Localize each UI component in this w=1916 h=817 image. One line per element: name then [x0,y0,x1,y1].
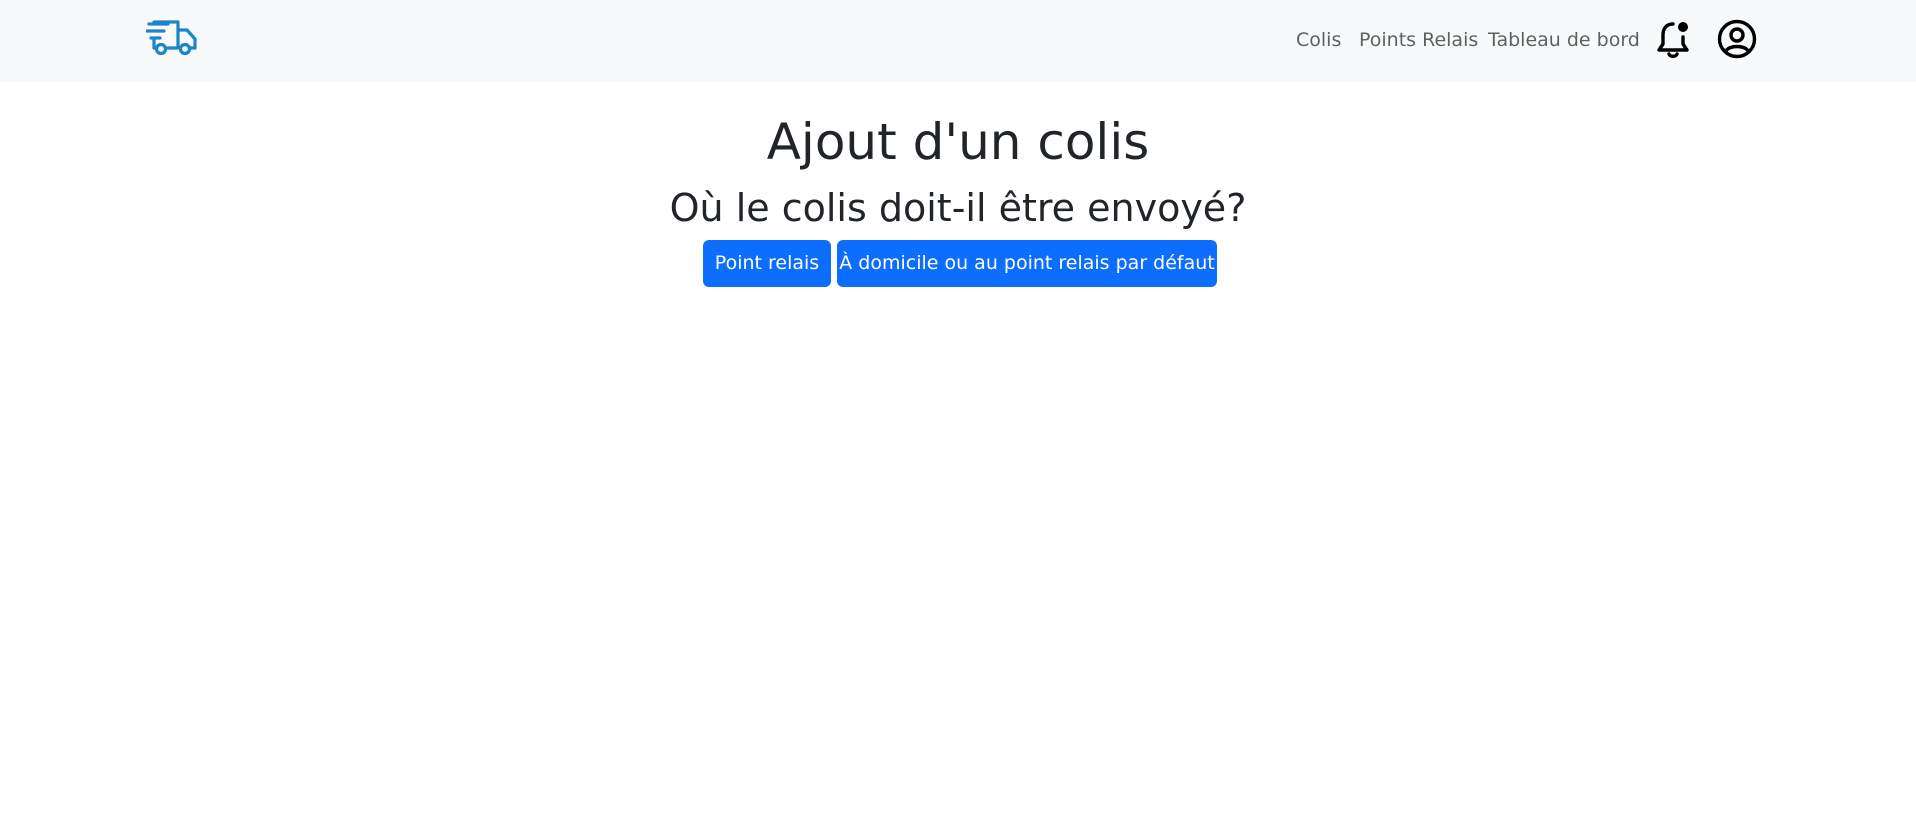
destination-question: Où le colis doit-il être envoyé? [669,186,1247,230]
nav-link-tableau-de-bord[interactable]: Tableau de bord [1488,28,1640,52]
delivery-truck-icon [146,20,197,56]
brand-logo[interactable] [146,18,198,58]
user-circle-icon [1717,19,1757,59]
home-or-default-relay-button[interactable]: À domicile ou au point relais par défaut [837,240,1217,287]
navbar: Colis Points Relais Tableau de bord [0,0,1916,82]
notifications-button[interactable] [1652,18,1694,60]
nav-link-colis[interactable]: Colis [1296,28,1341,52]
bell-notification-icon [1657,22,1689,58]
relay-point-button[interactable]: Point relais [703,240,831,287]
page-title: Ajout d'un colis [766,113,1150,171]
account-button[interactable] [1716,18,1758,60]
nav-link-points-relais[interactable]: Points Relais [1359,28,1478,52]
